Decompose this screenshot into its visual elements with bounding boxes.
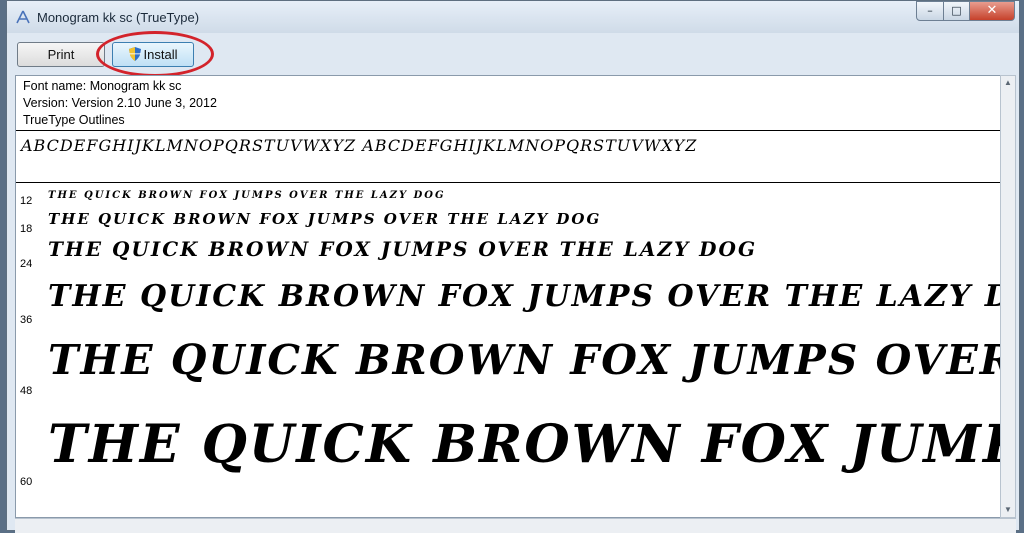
minimize-button[interactable]: –	[916, 1, 944, 21]
divider	[16, 182, 1000, 183]
sample-size-label: 12	[20, 195, 33, 207]
font-viewer-window: Monogram kk sc (TrueType) – □ ✕ Print In…	[6, 0, 1020, 533]
sample-text: THE QUICK BROWN FOX JUMPS OVER THE LAZY …	[48, 190, 446, 201]
title-bar[interactable]: Monogram kk sc (TrueType) – □ ✕	[7, 1, 1019, 33]
sample-text: THE QUICK BROWN FOX JUMPS OVER THE LAZY …	[48, 279, 1001, 314]
font-viewer-icon	[15, 10, 31, 24]
character-set-preview: ABCDEFGHIJKLMNOPQRSTUVWXYZ ABCDEFGHIJKLM…	[21, 136, 698, 155]
print-button[interactable]: Print	[17, 42, 105, 67]
sample-text: THE QUICK BROWN FOX JUMPS OVER THE LAZY	[48, 336, 1000, 384]
sample-text: THE QUICK BROWN FOX JUMPS OVER THE LAZY …	[48, 210, 602, 228]
close-button[interactable]: ✕	[969, 1, 1015, 21]
sample-size-label: 36	[20, 314, 33, 326]
sample-size-label: 24	[20, 258, 33, 270]
sample-size-label: 18	[20, 223, 33, 235]
font-name-text: Font name: Monogram kk sc	[23, 79, 182, 93]
print-button-label: Print	[47, 47, 75, 62]
vertical-scrollbar[interactable]: ▲ ▼	[1000, 75, 1016, 518]
outline-type-text: TrueType Outlines	[23, 113, 125, 127]
window-title: Monogram kk sc (TrueType)	[37, 10, 200, 25]
install-highlight-circle	[96, 31, 214, 77]
scroll-up-icon[interactable]: ▲	[1001, 76, 1015, 90]
sample-size-label: 48	[20, 385, 33, 397]
scroll-down-icon[interactable]: ▼	[1001, 503, 1015, 517]
sample-text: THE QUICK BROWN FOX JUMPS OVER T	[48, 414, 1000, 475]
sample-text: THE QUICK BROWN FOX JUMPS OVER THE LAZY …	[48, 237, 758, 261]
sample-size-label: 60	[20, 476, 33, 488]
version-text: Version: Version 2.10 June 3, 2012	[23, 96, 217, 110]
maximize-button[interactable]: □	[943, 1, 970, 21]
divider	[16, 130, 1000, 131]
font-preview-pane: Font name: Monogram kk sc Version: Versi…	[15, 75, 1001, 518]
